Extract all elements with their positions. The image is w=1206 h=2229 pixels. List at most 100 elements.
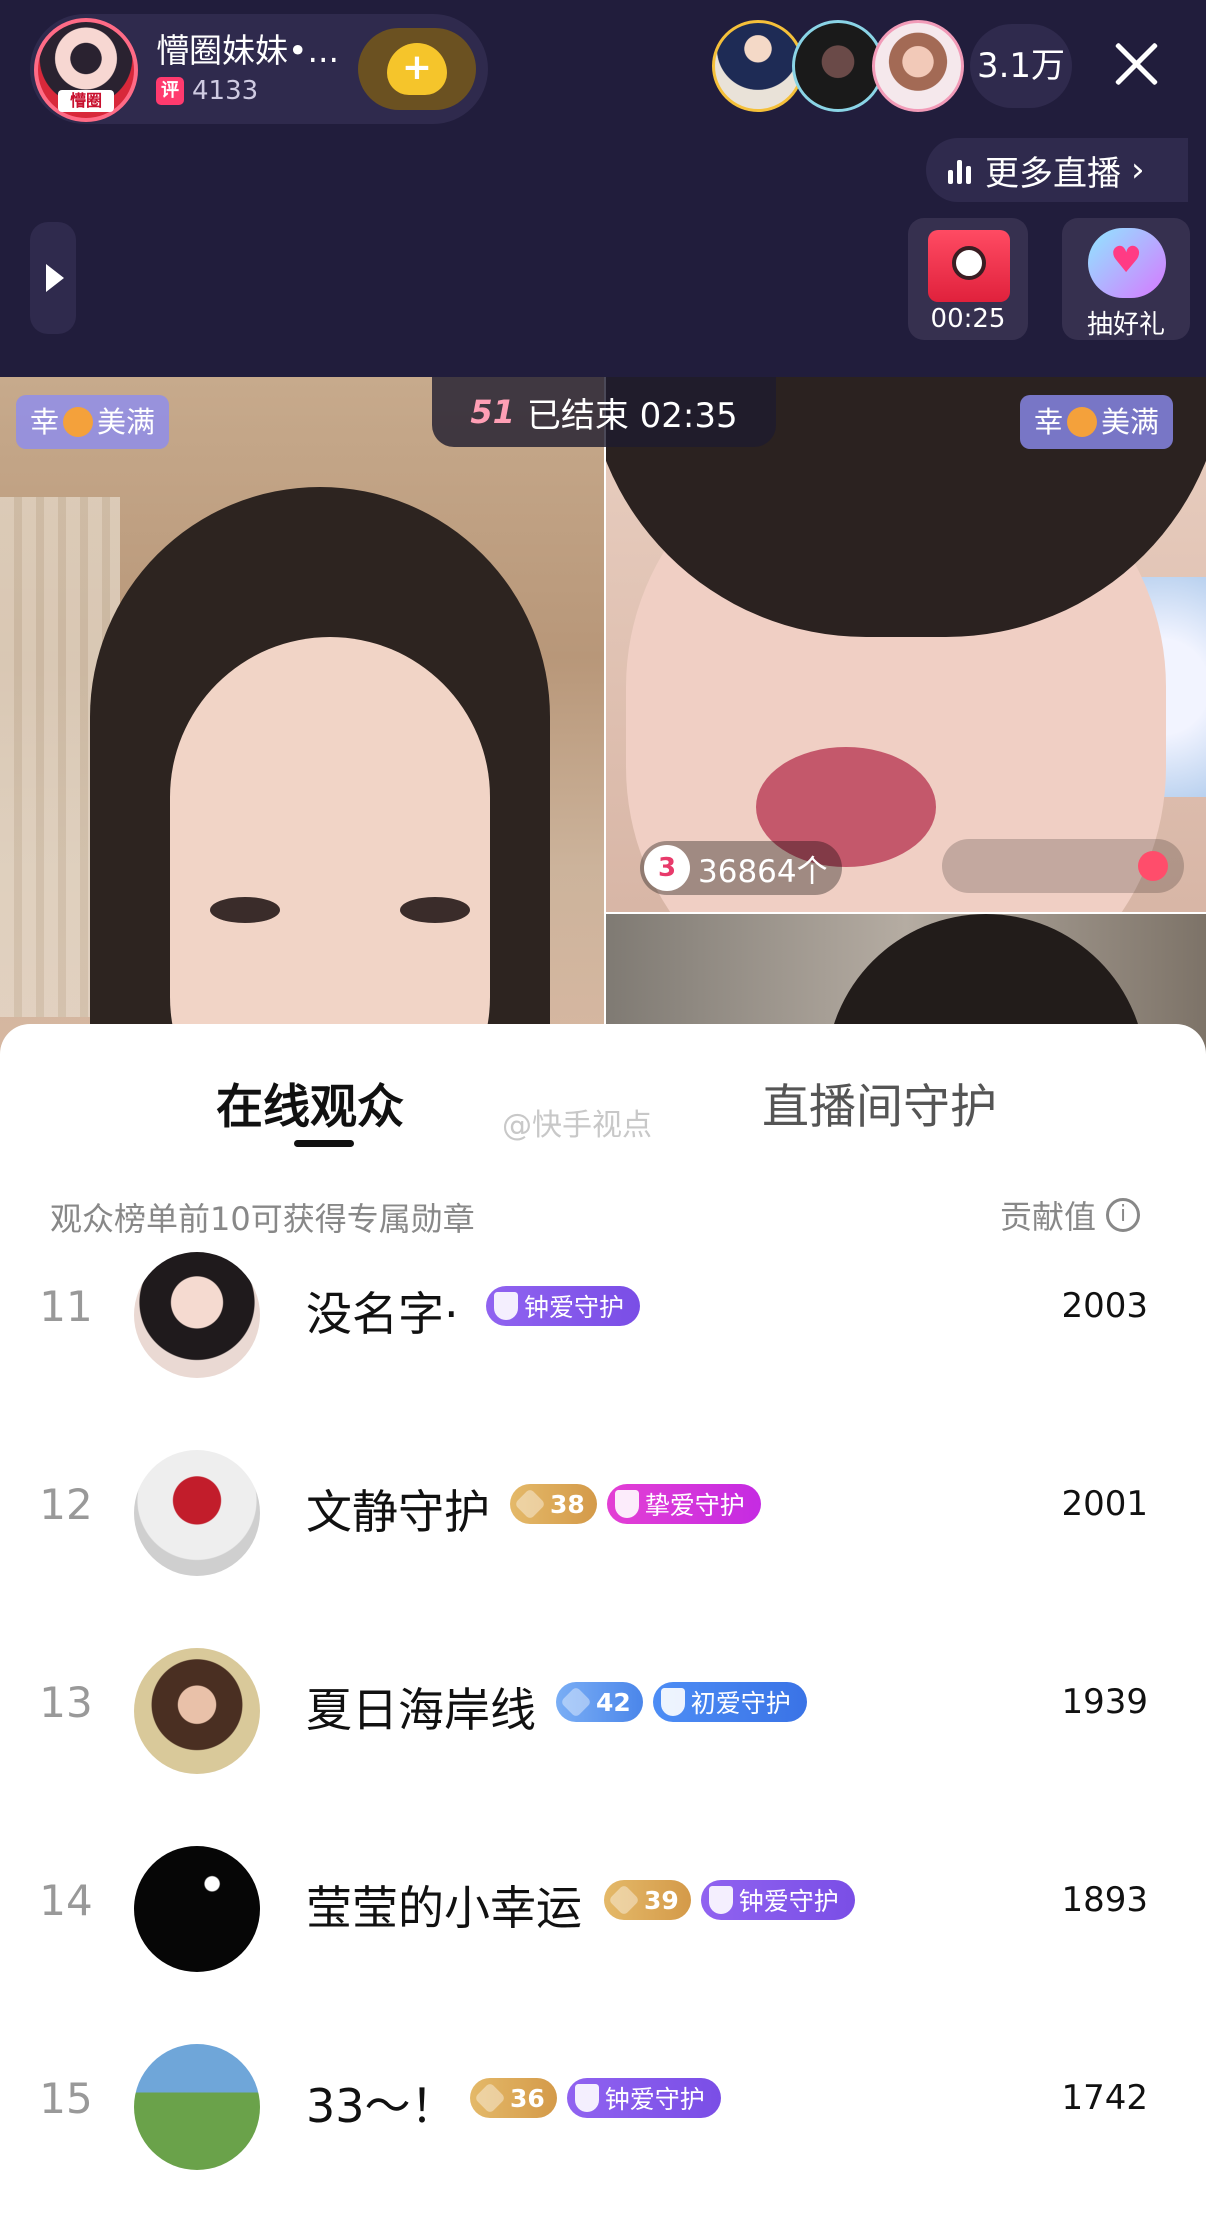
contribution-header[interactable]: 贡献值 i <box>1000 1192 1141 1238</box>
top-viewer-avatar[interactable] <box>712 20 804 112</box>
avatar[interactable] <box>134 1846 260 1972</box>
host-avatar[interactable]: 懵圈 <box>34 18 138 122</box>
gift-count-text: 36864个 <box>698 853 828 890</box>
ranking-hint: 观众榜单前10可获得专属勋章 <box>50 1200 475 1238</box>
host-name[interactable]: 懵圈妹妹•... <box>156 24 356 72</box>
lucky-tag-left[interactable]: 幸 美满 <box>16 395 170 449</box>
guard-badge: 钟爱守护 <box>566 2078 721 2118</box>
lucky-tag-right[interactable]: 幸 美满 <box>1020 395 1174 449</box>
user-name: 文静守护 <box>306 1485 490 1539</box>
red-packet-icon <box>928 230 1010 302</box>
guard-label: 钟爱守护 <box>524 1293 625 1322</box>
tab-online-audience[interactable]: 在线观众 <box>216 1068 404 1137</box>
level-value: 36 <box>510 2083 545 2113</box>
avatar[interactable] <box>134 1648 260 1774</box>
contribution-score: 1742 <box>1061 2078 1148 2118</box>
guard-badge: 钟爱守护 <box>486 1286 641 1326</box>
side-expand-button[interactable] <box>30 222 76 334</box>
level-value: 38 <box>550 1489 585 1519</box>
live-dot-icon <box>1138 851 1168 881</box>
avatar[interactable] <box>134 1450 260 1576</box>
audience-row[interactable]: 13 夏日海岸线 42 初爱守护 1939 <box>0 1644 1206 1784</box>
guard-badge: 初爱守护 <box>652 1682 807 1722</box>
avatar[interactable] <box>134 2044 260 2170</box>
bar-chart-icon <box>948 156 971 184</box>
gift-cat-icon <box>1088 228 1166 298</box>
tab-live-guard[interactable]: 直播间守护 <box>762 1068 997 1137</box>
level-cube-icon <box>474 2082 506 2114</box>
rating-badge: 评 <box>156 77 184 105</box>
level-badge: 42 <box>556 1682 643 1722</box>
play-arrow-icon <box>46 264 64 292</box>
guard-label: 钟爱守护 <box>604 2085 705 2114</box>
level-badge: 39 <box>604 1880 691 1920</box>
tiger-icon <box>1067 407 1098 437</box>
badges: 38 挚爱守护 <box>510 1484 761 1524</box>
viewer-count-button[interactable]: 3.1万 <box>970 24 1072 108</box>
guard-label: 挚爱守护 <box>644 1491 745 1520</box>
user-name: 没名字· <box>306 1287 459 1341</box>
level-cube-icon <box>608 1884 640 1916</box>
shield-icon <box>708 1886 733 1914</box>
user-name: 莹莹的小幸运 <box>306 1881 582 1935</box>
level-diamond-icon <box>560 1686 592 1718</box>
badges: 39 钟爱守护 <box>604 1880 855 1920</box>
contribution-score: 2001 <box>1061 1484 1148 1524</box>
live-header: 懵圈 懵圈妹妹•... 评 4133 + 3.1万 更多直播 › 00:25 抽… <box>0 0 1206 377</box>
level-cube-icon <box>514 1488 546 1520</box>
contribution-score: 2003 <box>1061 1286 1148 1326</box>
host-avatar-tag: 懵圈 <box>58 90 114 112</box>
rank-number: 11 <box>39 1282 93 1331</box>
lucky-tag-pre: 幸 <box>30 405 60 439</box>
follow-button[interactable]: + <box>358 28 476 110</box>
timer-text: 00:25 <box>930 304 1006 334</box>
level-value: 39 <box>644 1885 679 1915</box>
video-right-top-stream[interactable] <box>606 377 1206 912</box>
pk-status-text: 已结束 02:35 <box>526 395 738 436</box>
info-icon[interactable]: i <box>1106 1198 1141 1232</box>
more-live-label: 更多直播 <box>985 153 1121 194</box>
guard-label: 钟爱守护 <box>738 1887 839 1916</box>
top-viewer-avatar[interactable] <box>792 20 884 112</box>
user-name: 33～！ <box>306 2079 457 2133</box>
avatar[interactable] <box>134 1252 260 1378</box>
gift-count-pill[interactable]: 3 36864个 <box>640 841 842 895</box>
shield-icon <box>574 2084 599 2112</box>
event-51-logo: 51 <box>470 393 515 431</box>
user-name: 夏日海岸线 <box>306 1683 536 1737</box>
shield-icon <box>614 1490 639 1518</box>
top-viewer-avatars[interactable] <box>712 20 964 112</box>
level-badge: 38 <box>510 1484 597 1524</box>
red-packet-timer[interactable]: 00:25 <box>908 218 1028 340</box>
lucky-tag-post: 美满 <box>1101 405 1160 439</box>
audience-row[interactable]: 11 没名字· 钟爱守护 2003 <box>0 1248 1206 1388</box>
contribution-score: 1939 <box>1061 1682 1148 1722</box>
guard-label: 初爱守护 <box>690 1689 791 1718</box>
lucky-draw-label: 抽好礼 <box>1086 310 1165 340</box>
audience-row[interactable]: 15 33～！ 36 钟爱守护 1742 <box>0 2040 1206 2180</box>
level-value: 42 <box>596 1687 631 1717</box>
contribution-label: 贡献值 <box>1000 1198 1097 1236</box>
audience-row[interactable]: 12 文静守护 38 挚爱守护 2001 <box>0 1446 1206 1586</box>
video-left-stream[interactable] <box>0 377 604 1077</box>
shield-icon <box>494 1292 518 1320</box>
close-icon[interactable] <box>1104 32 1168 96</box>
lucky-draw-button[interactable]: 抽好礼 <box>1062 218 1190 340</box>
guard-badge: 钟爱守护 <box>700 1880 855 1920</box>
more-live-button[interactable]: 更多直播 › <box>926 138 1188 202</box>
rank-number: 13 <box>39 1678 93 1727</box>
shield-icon <box>660 1688 685 1716</box>
follow-heart-icon: + <box>387 43 447 95</box>
audience-row[interactable]: 14 莹莹的小幸运 39 钟爱守护 1893 <box>0 1842 1206 1982</box>
rating-count: 4133 <box>192 76 259 106</box>
badges: 42 初爱守护 <box>556 1682 807 1722</box>
comment-bubble[interactable] <box>942 839 1184 893</box>
lucky-tag-pre: 幸 <box>1034 405 1064 439</box>
rank-number: 14 <box>39 1876 93 1925</box>
pk-status-pill: 51 已结束 02:35 <box>432 377 776 447</box>
watermark: @快手视点 <box>502 1108 652 1143</box>
live-video[interactable]: 幸 美满 幸 美满 51 已结束 02:35 3 36864个 <box>0 377 1206 1077</box>
lucky-tag-post: 美满 <box>97 405 156 439</box>
contribution-score: 1893 <box>1061 1880 1148 1920</box>
top-viewer-avatar[interactable] <box>872 20 964 112</box>
